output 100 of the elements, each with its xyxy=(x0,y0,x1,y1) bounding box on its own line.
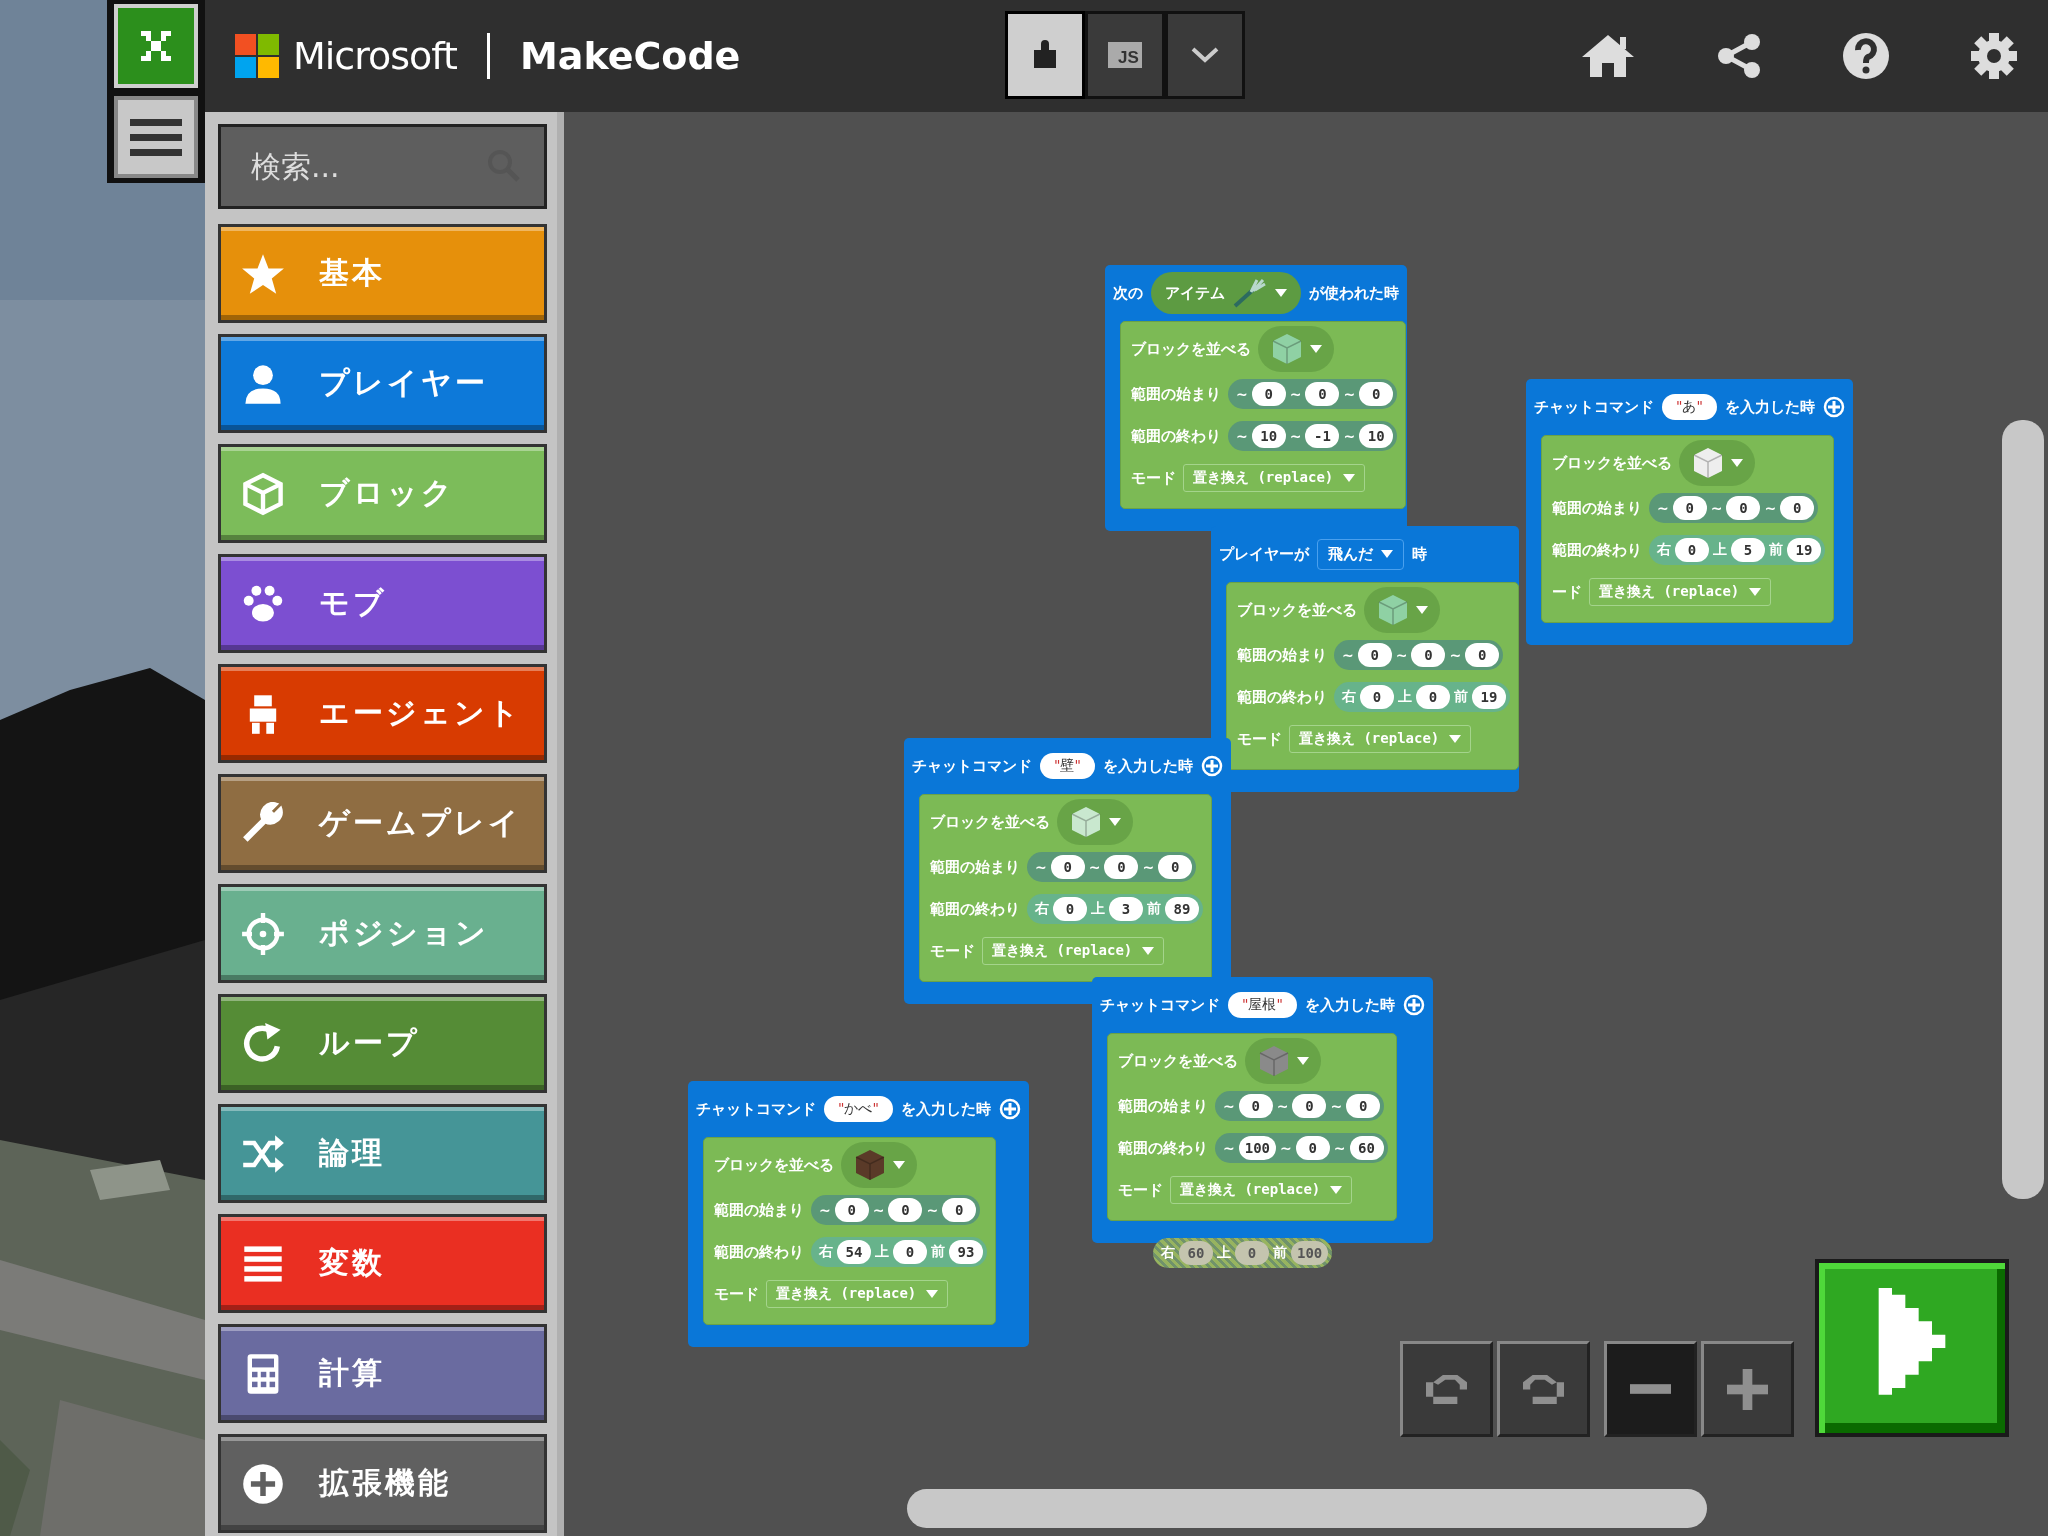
zoom-out-button[interactable] xyxy=(1604,1341,1697,1437)
number-field[interactable]: 0 xyxy=(1050,855,1085,879)
number-field[interactable]: 0 xyxy=(1292,1094,1327,1118)
fill-block[interactable]: ブロックを並べる 範囲の始まり ~ 0 ~ 0 ~ 0 範囲の終わり ~ 100 ~ 0 ~ 60 モード 置き換え (replace) xyxy=(1107,1033,1397,1221)
block-dropdown[interactable] xyxy=(1057,799,1133,845)
number-field[interactable]: 0 xyxy=(1346,1094,1381,1118)
number-field[interactable]: 0 xyxy=(1726,496,1761,520)
number-field[interactable]: 0 xyxy=(1305,382,1340,406)
position-block[interactable]: ~ 0 ~ 0 ~ 0 xyxy=(1228,379,1398,409)
text-field[interactable]: "あ" xyxy=(1662,394,1717,420)
number-field[interactable]: 3 xyxy=(1109,897,1143,921)
text-field[interactable]: "壁" xyxy=(1040,753,1095,779)
number-field[interactable]: 0 xyxy=(1465,643,1500,667)
settings-icon[interactable] xyxy=(1970,32,2018,80)
category-button[interactable]: 論理 xyxy=(218,1104,547,1203)
number-field[interactable]: 0 xyxy=(1158,855,1193,879)
event-block[interactable]: チャットコマンド "かべ" を入力した時 ブロックを並べる 範囲の始まり ~ 0 ~ 0 ~ 0 範囲の終わり 右 54 上 0 前 93 モード 置き換え (replace) xyxy=(688,1081,1029,1347)
home-icon[interactable] xyxy=(1580,33,1636,79)
number-field[interactable]: 0 xyxy=(888,1198,923,1222)
category-button[interactable]: ループ xyxy=(218,994,547,1093)
number-field[interactable]: 89 xyxy=(1165,897,1199,921)
event-block[interactable]: プレイヤーが 飛んだ 時 ブロックを並べる 範囲の始まり ~ 0 ~ 0 ~ 0 範囲の終わり 右 0 上 0 前 19 モード 置き換え (replace) xyxy=(1211,526,1519,792)
number-field[interactable]: -1 xyxy=(1305,424,1340,448)
number-field[interactable]: 5 xyxy=(1731,538,1765,562)
add-icon[interactable] xyxy=(1200,755,1223,777)
block-label: ブロックを並べる xyxy=(930,812,1050,832)
position-block[interactable]: ~ 0 ~ 0 ~ 0 xyxy=(1334,640,1504,670)
number-field[interactable]: 93 xyxy=(949,1240,983,1264)
position-block[interactable]: 右 0 上 5 前 19 xyxy=(1649,535,1825,565)
menu-button[interactable] xyxy=(114,96,198,178)
number-field[interactable]: 0 xyxy=(1360,685,1394,709)
number-field[interactable]: 0 xyxy=(1104,855,1139,879)
number-field[interactable]: 0 xyxy=(893,1240,927,1264)
position-block[interactable]: ~ 10 ~ -1 ~ 10 xyxy=(1228,421,1398,451)
number-field[interactable]: 0 xyxy=(1357,643,1392,667)
text-field[interactable]: "屋根" xyxy=(1228,992,1297,1018)
number-field[interactable]: 0 xyxy=(1251,382,1286,406)
scrollbar[interactable] xyxy=(2002,420,2044,1199)
position-block[interactable]: ~ 0 ~ 0 ~ 0 xyxy=(1215,1091,1385,1121)
add-icon[interactable] xyxy=(1402,994,1425,1016)
number-field[interactable]: 54 xyxy=(837,1240,871,1264)
position-block[interactable]: 右 0 上 0 前 19 xyxy=(1334,682,1510,712)
position-block[interactable]: ~ 0 ~ 0 ~ 0 xyxy=(1649,493,1819,523)
help-icon[interactable] xyxy=(1842,32,1890,80)
number-field[interactable]: 0 xyxy=(1411,643,1446,667)
number-field[interactable]: 0 xyxy=(1295,1136,1330,1160)
number-field[interactable]: 0 xyxy=(1359,382,1394,406)
category-button[interactable]: 拡張機能 xyxy=(218,1434,547,1533)
undo-button[interactable] xyxy=(1400,1341,1493,1437)
event-dropdown[interactable]: 飛んだ xyxy=(1317,538,1404,570)
add-icon[interactable] xyxy=(1822,396,1845,418)
event-block[interactable]: 次の アイテム が使われた時 ブロックを並べる 範囲の始まり ~ 0 ~ 0 ~ 0 範囲の終わり ~ 10 ~ -1 ~ 10 モード 置き換え (replace) xyxy=(1105,265,1407,531)
number-field[interactable]: 10 xyxy=(1251,424,1286,448)
category-button[interactable]: プレイヤー xyxy=(218,334,547,433)
add-icon[interactable] xyxy=(998,1098,1021,1120)
category-button[interactable]: 変数 xyxy=(218,1214,547,1313)
number-field[interactable]: 0 xyxy=(1416,685,1450,709)
number-field[interactable]: 0 xyxy=(942,1198,977,1222)
number-field[interactable]: 0 xyxy=(1780,496,1815,520)
javascript-tab[interactable]: JS xyxy=(1085,11,1165,99)
number-field[interactable]: 0 xyxy=(1675,538,1709,562)
fill-block[interactable]: ブロックを並べる 範囲の始まり ~ 0 ~ 0 ~ 0 範囲の終わり ~ 10 ~ -1 ~ 10 モード 置き換え (replace) xyxy=(1120,321,1407,509)
fill-block[interactable]: ブロックを並べる 範囲の始まり ~ 0 ~ 0 ~ 0 範囲の終わり 右 0 上 5 前 19 ード 置き換え (replace) xyxy=(1541,435,1834,623)
number-field[interactable]: 60 xyxy=(1349,1136,1384,1160)
block-dropdown[interactable] xyxy=(1679,440,1755,486)
blocks-tab[interactable] xyxy=(1005,11,1085,99)
share-icon[interactable] xyxy=(1716,33,1762,79)
number-field[interactable]: 0 xyxy=(1672,496,1707,520)
caret-icon xyxy=(1275,289,1287,297)
position-block[interactable]: 右 0 上 3 前 89 xyxy=(1027,894,1203,924)
category-button[interactable]: モブ xyxy=(218,554,547,653)
number-field[interactable]: 0 xyxy=(1238,1094,1273,1118)
block-dropdown[interactable] xyxy=(841,1142,917,1188)
zoom-in-button[interactable] xyxy=(1701,1341,1794,1437)
category-button[interactable]: エージェント xyxy=(218,664,547,763)
event-block[interactable]: チャットコマンド "屋根" を入力した時 ブロックを並べる 範囲の始まり ~ 0 ~ 0 ~ 0 範囲の終わり ~ 100 ~ 0 ~ 60 モード 置き換え (replace) xyxy=(1092,977,1433,1243)
block-label: モード xyxy=(1131,468,1176,488)
position-block[interactable]: ~ 0 ~ 0 ~ 0 xyxy=(1027,852,1197,882)
fill-block[interactable]: ブロックを並べる 範囲の始まり ~ 0 ~ 0 ~ 0 範囲の終わり 右 0 上 0 前 19 モード 置き換え (replace) xyxy=(1226,582,1519,770)
number-field[interactable]: 19 xyxy=(1472,685,1506,709)
close-button[interactable] xyxy=(114,4,198,88)
category-button[interactable]: 計算 xyxy=(218,1324,547,1423)
number-field[interactable]: 0 xyxy=(834,1198,869,1222)
redo-button[interactable] xyxy=(1497,1341,1590,1437)
category-button[interactable]: ゲームプレイ xyxy=(218,774,547,873)
fill-block[interactable]: ブロックを並べる 範囲の始まり ~ 0 ~ 0 ~ 0 範囲の終わり 右 54 上 0 前 93 モード 置き換え (replace) xyxy=(703,1137,996,1325)
number-field[interactable]: 100 xyxy=(1238,1136,1277,1160)
position-block[interactable]: ~ 0 ~ 0 ~ 0 xyxy=(811,1195,981,1225)
run-button[interactable] xyxy=(1815,1259,2009,1437)
search-field[interactable]: 検索... xyxy=(218,124,547,209)
mode-dropdown[interactable] xyxy=(1165,11,1245,99)
event-block[interactable]: チャットコマンド "あ" を入力した時 ブロックを並べる 範囲の始まり ~ 0 ~ 0 ~ 0 範囲の終わり 右 0 上 5 前 19 ード 置き換え (replace) xyxy=(1526,379,1853,645)
number-field[interactable]: 19 xyxy=(1787,538,1821,562)
number-field[interactable]: 10 xyxy=(1359,424,1394,448)
number-field[interactable]: 0 xyxy=(1053,897,1087,921)
text-field[interactable]: "かべ" xyxy=(824,1096,893,1122)
position-block[interactable]: ~ 100 ~ 0 ~ 60 xyxy=(1215,1133,1388,1163)
position-block[interactable]: 右 54 上 0 前 93 xyxy=(811,1237,987,1267)
fill-block[interactable]: ブロックを並べる 範囲の始まり ~ 0 ~ 0 ~ 0 範囲の終わり 右 0 上 3 前 89 モード 置き換え (replace) xyxy=(919,794,1212,982)
scrollbar[interactable] xyxy=(907,1489,1707,1528)
